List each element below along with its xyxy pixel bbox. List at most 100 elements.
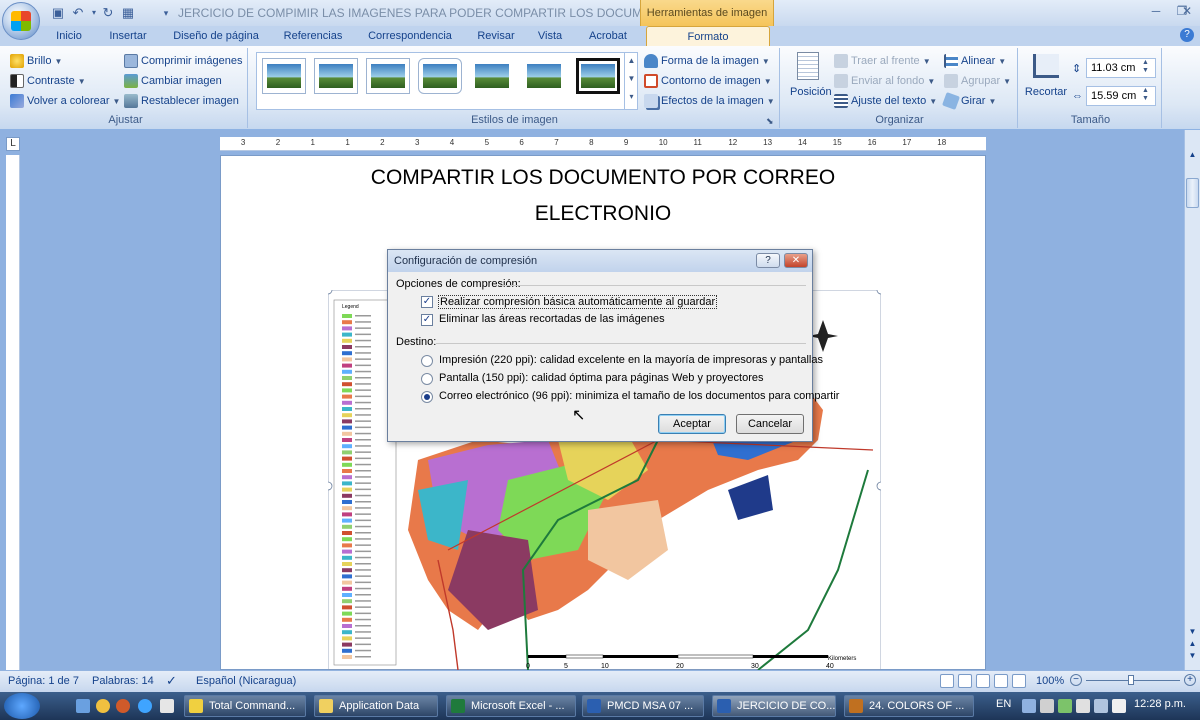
full-screen-view-icon[interactable] [958,674,972,688]
traer-frente-button[interactable]: Traer al frente ▼ [834,52,931,70]
taskbar-item[interactable]: JERCICIO DE CO... [712,695,836,717]
efectos-button[interactable]: Efectos de la imagen ▼ [644,92,775,110]
email-96-radio[interactable] [421,391,433,403]
quicklaunch-icon[interactable] [138,699,152,713]
tab-insertar[interactable]: Insertar [100,26,156,46]
zoom-slider-thumb[interactable] [1128,675,1134,685]
close-icon[interactable]: ✕ [1176,2,1198,20]
office-button[interactable] [2,2,40,40]
agrupar-button[interactable]: Agrupar ▼ [944,72,1011,90]
save-icon[interactable]: ▣ [50,5,66,21]
vertical-ruler[interactable] [6,155,20,670]
print-layout-view-icon[interactable] [940,674,954,688]
width-spinner[interactable]: ▲ ▼ [1142,87,1149,103]
language-status[interactable]: Español (Nicaragua) [196,675,296,687]
taskbar-item[interactable]: Application Data [314,695,438,717]
tray-icon[interactable] [1058,699,1072,713]
tab-vista[interactable]: Vista [530,26,570,46]
style-thumb[interactable] [576,58,620,94]
tab-diseno[interactable]: Diseño de página [164,26,268,46]
proofing-icon[interactable]: ✓ [166,673,177,689]
web-view-icon[interactable] [976,674,990,688]
delete-cropped-label[interactable]: Eliminar las áreas recortadas de las imá… [439,313,665,325]
outline-view-icon[interactable] [994,674,1008,688]
quicklaunch-icon[interactable] [160,699,174,713]
delete-cropped-checkbox[interactable]: ✓ [421,314,433,326]
style-thumb[interactable] [418,58,462,94]
auto-compress-label[interactable]: Realizar compresión básica automáticamen… [438,295,718,309]
tab-correspondencia[interactable]: Correspondencia [360,26,460,46]
zoom-out-icon[interactable]: − [1070,674,1082,686]
taskbar-item[interactable]: Total Command... [184,695,306,717]
minimize-icon[interactable]: ─ [1142,2,1170,20]
redo-icon[interactable]: ↻ [100,5,116,21]
tab-revisar[interactable]: Revisar [468,26,524,46]
ajuste-texto-button[interactable]: Ajuste del texto ▼ [834,92,937,110]
show-desktop-icon[interactable] [76,699,90,713]
enviar-fondo-button[interactable]: Enviar al fondo ▼ [834,72,935,90]
scroll-up-icon[interactable]: ▲ [1186,150,1199,160]
dialog-help-button[interactable]: ? [756,253,780,268]
tab-referencias[interactable]: Referencias [276,26,350,46]
contorno-button[interactable]: Contorno de imagen ▼ [644,72,772,90]
horizontal-ruler[interactable]: 3 2 1 1 2 3 4 5 6 7 8 9 10 11 12 13 14 15 16 17 18 [220,137,986,151]
undo-icon[interactable]: ↶ [70,5,86,21]
taskbar-item[interactable]: 24. COLORS OF ... [844,695,974,717]
qat-customize-icon[interactable]: ▾ [158,5,174,21]
forma-button[interactable]: Forma de la imagen ▼ [644,52,770,70]
print-220-label[interactable]: Impresión (220 ppi): calidad excelente e… [439,354,823,366]
auto-compress-checkbox[interactable]: ✓ [421,296,433,308]
cancelar-button[interactable]: Cancelar [736,414,804,434]
girar-button[interactable]: Girar ▼ [942,92,996,110]
posicion-button[interactable]: Posición [790,52,832,110]
network-icon[interactable] [1094,699,1108,713]
start-button[interactable] [4,693,40,719]
height-spinner[interactable]: ▲ ▼ [1142,59,1149,75]
cambiar-button[interactable]: Cambiar imagen [124,72,222,90]
email-96-label[interactable]: Correo electrónico (96 ppi): minimiza el… [439,390,839,402]
comprimir-button[interactable]: Comprimir imágenes [124,52,242,70]
style-thumb[interactable] [366,58,410,94]
print-preview-icon[interactable]: ▦ [120,5,136,21]
scroll-thumb[interactable] [1186,178,1199,208]
brillo-button[interactable]: Brillo ▼ [10,52,62,70]
tab-inicio[interactable]: Inicio [46,26,92,46]
volver-colorear-button[interactable]: Volver a colorear ▼ [10,92,120,110]
taskbar-item[interactable]: PMCD MSA 07 ... [582,695,704,717]
style-thumb[interactable] [314,58,358,94]
style-thumb[interactable] [470,58,514,94]
draft-view-icon[interactable] [1012,674,1026,688]
help-icon[interactable]: ? [1180,28,1194,42]
print-220-radio[interactable] [421,355,433,367]
input-language[interactable]: EN [996,698,1011,710]
contraste-button[interactable]: Contraste ▼ [10,72,86,90]
page-count[interactable]: Página: 1 de 7 [8,675,79,687]
aceptar-button[interactable]: Aceptar [658,414,726,434]
scroll-down-icon[interactable]: ▼ ▲ ▼ [1186,626,1199,662]
dialog-launcher-icon[interactable]: ⬊ [766,116,774,127]
tab-formato[interactable]: Formato [646,26,770,46]
volume-icon[interactable] [1112,699,1126,713]
gallery-scroll[interactable]: ▲ ▼ ▾ [624,52,638,110]
style-thumb[interactable] [262,58,306,94]
recortar-button[interactable]: Recortar [1024,52,1068,110]
screen-150-label[interactable]: Pantalla (150 ppi): calidad óptima para … [439,372,763,384]
tray-icon[interactable] [1022,699,1036,713]
quicklaunch-icon[interactable] [96,699,110,713]
tray-icon[interactable] [1040,699,1054,713]
tab-acrobat[interactable]: Acrobat [580,26,636,46]
zoom-in-icon[interactable]: + [1184,674,1196,686]
alinear-button[interactable]: Alinear ▼ [944,52,1006,70]
zoom-level[interactable]: 100% [1036,675,1064,687]
tray-icon[interactable] [1076,699,1090,713]
vertical-scrollbar[interactable]: ▲ ▼ ▲ ▼ [1184,130,1200,670]
dialog-close-button[interactable]: ✕ [784,253,808,268]
word-count[interactable]: Palabras: 14 [92,675,154,687]
taskbar-item[interactable]: Microsoft Excel - ... [446,695,576,717]
clock[interactable]: 12:28 p.m. [1134,698,1186,710]
restablecer-button[interactable]: Restablecer imagen [124,92,239,110]
screen-150-radio[interactable] [421,373,433,385]
quicklaunch-icon[interactable] [116,699,130,713]
style-thumb[interactable] [522,58,566,94]
tab-selector-icon[interactable]: L [6,137,20,151]
